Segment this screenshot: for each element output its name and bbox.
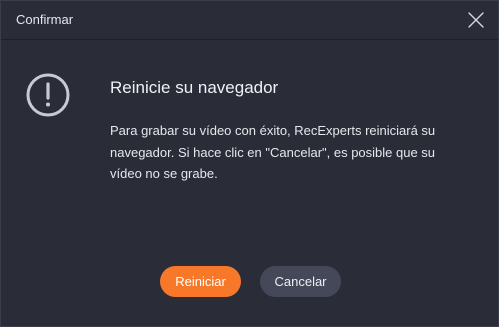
cancel-button[interactable]: Cancelar xyxy=(260,266,341,297)
close-button[interactable] xyxy=(463,7,489,33)
exclamation-circle-icon xyxy=(26,73,70,117)
close-icon xyxy=(468,12,484,28)
dialog-titlebar: Confirmar xyxy=(1,1,498,40)
restart-button[interactable]: Reiniciar xyxy=(160,266,241,297)
dialog-message: Para grabar su vídeo con éxito, RecExper… xyxy=(110,123,436,181)
dialog-heading: Reinicie su navegador xyxy=(110,78,279,97)
dialog-title: Confirmar xyxy=(16,12,74,27)
confirm-dialog: Confirmar Reinicie su navegador Para gra… xyxy=(0,0,499,327)
